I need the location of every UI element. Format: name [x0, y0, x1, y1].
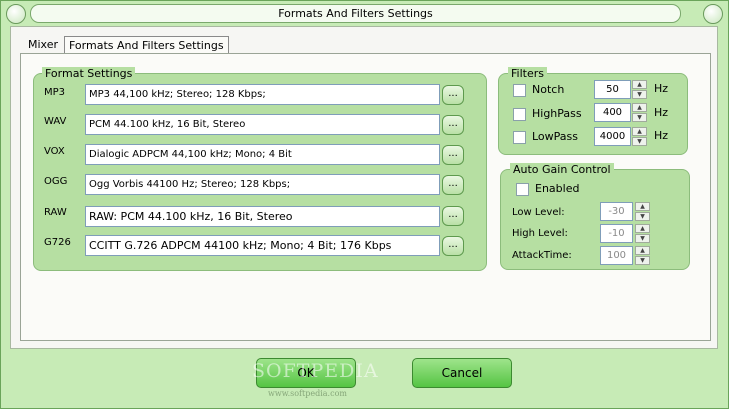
spin-up-icon[interactable]: ▲ [632, 80, 647, 89]
watermark-logo: SOFTPEDIA [252, 360, 379, 382]
highpass-unit: Hz [654, 106, 669, 119]
format-field-g726[interactable]: CCITT G.726 ADPCM 44100 kHz; Mono; 4 Bit… [85, 235, 440, 256]
spin-up-icon[interactable]: ▲ [632, 127, 647, 136]
watermark-url: www.softpedia.com [268, 389, 347, 398]
format-field-raw[interactable]: RAW: PCM 44.100 kHz, 16 Bit, Stereo [85, 206, 440, 227]
high-level-input[interactable]: -10 [600, 224, 633, 243]
lowpass-unit: Hz [654, 129, 669, 142]
highpass-value-input[interactable]: 400 [594, 103, 631, 122]
spin-down-icon[interactable]: ▼ [635, 234, 650, 243]
format-field-wav[interactable]: PCM 44.100 kHz, 16 Bit, Stereo [85, 114, 440, 135]
agc-title: Auto Gain Control [510, 163, 614, 176]
highpass-label: HighPass [532, 107, 582, 120]
high-level-label: High Level: [512, 228, 568, 239]
lowpass-checkbox[interactable] [513, 131, 526, 144]
window-menu-icon[interactable] [6, 4, 26, 24]
close-icon[interactable] [703, 4, 723, 24]
spin-down-icon[interactable]: ▼ [635, 256, 650, 265]
notch-checkbox[interactable] [513, 84, 526, 97]
browse-button-ogg[interactable]: ... [442, 175, 464, 195]
spin-up-icon[interactable]: ▲ [635, 246, 650, 255]
cancel-button[interactable]: Cancel [412, 358, 512, 388]
high-level-spinner[interactable]: ▲ ▼ [635, 224, 650, 243]
highpass-checkbox[interactable] [513, 108, 526, 121]
notch-spinner[interactable]: ▲ ▼ [632, 80, 647, 99]
notch-label: Notch [532, 83, 565, 96]
browse-button-vox[interactable]: ... [442, 145, 464, 165]
agc-enabled-checkbox[interactable] [516, 183, 529, 196]
format-field-vox[interactable]: Dialogic ADPCM 44,100 kHz; Mono; 4 Bit [85, 144, 440, 165]
format-label-raw: RAW [44, 207, 67, 218]
window-title: Formats And Filters Settings [30, 4, 681, 23]
format-label-ogg: OGG [44, 176, 68, 187]
attack-time-input[interactable]: 100 [600, 246, 633, 265]
browse-button-wav[interactable]: ... [442, 115, 464, 135]
format-label-mp3: MP3 [44, 87, 66, 98]
lowpass-value-input[interactable]: 4000 [594, 127, 631, 146]
spin-up-icon[interactable]: ▲ [632, 103, 647, 112]
format-field-ogg[interactable]: Ogg Vorbis 44100 Hz; Stereo; 128 Kbps; [85, 174, 440, 195]
lowpass-spinner[interactable]: ▲ ▼ [632, 127, 647, 146]
notch-unit: Hz [654, 82, 669, 95]
highpass-spinner[interactable]: ▲ ▼ [632, 103, 647, 122]
format-settings-title: Format Settings [42, 67, 136, 80]
notch-value-input[interactable]: 50 [594, 80, 631, 99]
attack-time-label: AttackTime: [512, 250, 572, 261]
attack-time-spinner[interactable]: ▲ ▼ [635, 246, 650, 265]
browse-button-g726[interactable]: ... [442, 236, 464, 256]
format-field-mp3[interactable]: MP3 44,100 kHz; Stereo; 128 Kbps; [85, 84, 440, 105]
low-level-spinner[interactable]: ▲ ▼ [635, 202, 650, 221]
spin-down-icon[interactable]: ▼ [632, 113, 647, 122]
low-level-label: Low Level: [512, 207, 565, 218]
format-label-wav: WAV [44, 116, 67, 127]
spin-down-icon[interactable]: ▼ [632, 90, 647, 99]
spin-down-icon[interactable]: ▼ [632, 137, 647, 146]
tab-mixer[interactable]: Mixer [24, 36, 62, 54]
agc-enabled-label: Enabled [535, 182, 580, 195]
spin-up-icon[interactable]: ▲ [635, 224, 650, 233]
tab-formats-and-filters[interactable]: Formats And Filters Settings [64, 36, 229, 54]
format-label-vox: VOX [44, 146, 65, 157]
browse-button-raw[interactable]: ... [442, 206, 464, 226]
browse-button-mp3[interactable]: ... [442, 85, 464, 105]
filters-title: Filters [508, 67, 547, 80]
spin-up-icon[interactable]: ▲ [635, 202, 650, 211]
lowpass-label: LowPass [532, 130, 579, 143]
format-label-g726: G726 [44, 237, 71, 248]
spin-down-icon[interactable]: ▼ [635, 212, 650, 221]
low-level-input[interactable]: -30 [600, 202, 633, 221]
